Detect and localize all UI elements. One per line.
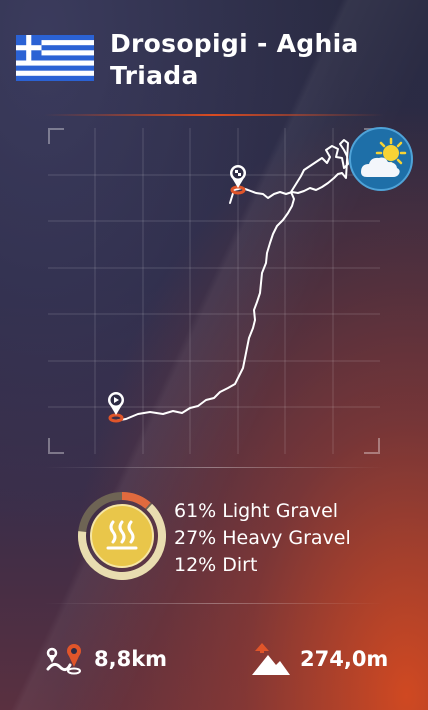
elevation-stat: 274,0m — [250, 640, 388, 678]
route-title: Drosopigi - Aghia Triada — [110, 29, 359, 90]
distance-stat: 8,8km — [44, 640, 167, 678]
route-line — [113, 139, 349, 422]
elevation-gain-icon — [252, 643, 290, 675]
route-card: Drosopigi - Aghia Triada 61% Light Grave… — [0, 0, 428, 710]
surface-percent: 61% — [174, 500, 217, 522]
surface-label: Dirt — [222, 554, 258, 576]
distance-value: 8,8km — [94, 647, 168, 671]
partly-cloudy-icon — [349, 127, 413, 191]
surface-label: Light Gravel — [222, 500, 339, 522]
surface-donut-chart — [78, 492, 166, 580]
surface-row-light-gravel: 61% Light Gravel — [174, 498, 351, 525]
surface-percent: 12% — [174, 554, 217, 576]
surface-row-heavy-gravel: 27% Heavy Gravel — [174, 525, 351, 552]
map-divider — [44, 467, 384, 468]
route-distance-icon — [46, 644, 81, 675]
route-map — [48, 128, 380, 454]
title-divider — [44, 114, 384, 116]
greece-flag-icon — [16, 35, 94, 81]
surface-list: 61% Light Gravel 27% Heavy Gravel 12% Dirt — [174, 498, 351, 579]
stats-divider — [44, 603, 384, 604]
elevation-value: 274,0m — [300, 647, 389, 671]
surface-percent: 27% — [174, 527, 217, 549]
surface-row-dirt: 12% Dirt — [174, 552, 351, 579]
surface-label: Heavy Gravel — [222, 527, 351, 549]
